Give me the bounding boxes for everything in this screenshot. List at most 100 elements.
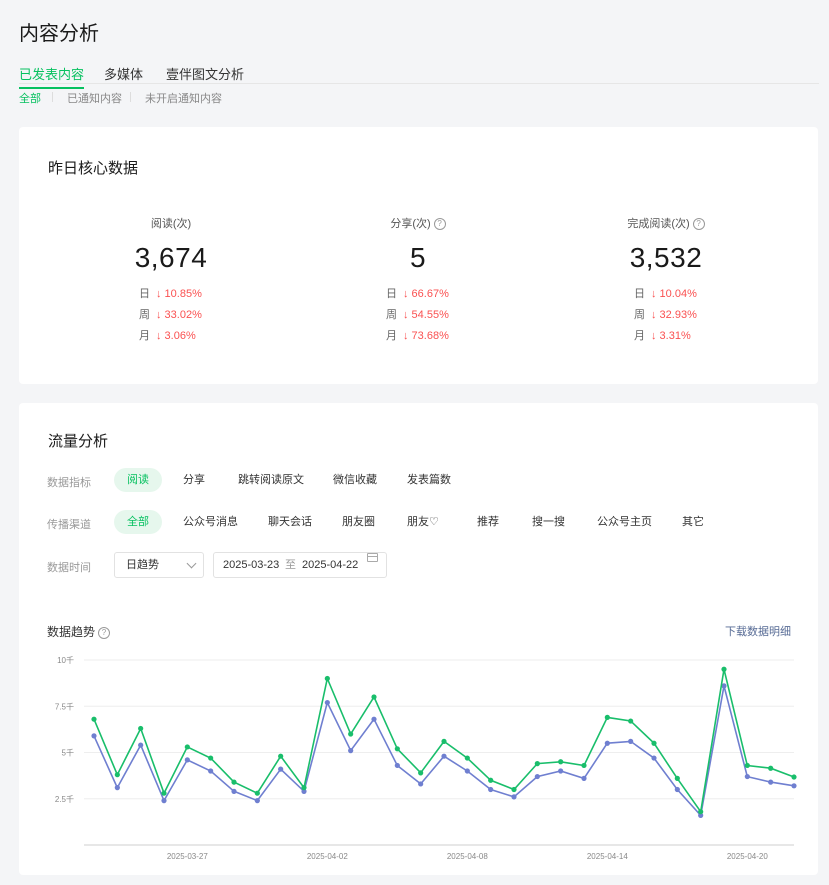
data-point [628,718,634,724]
y-tick-label: 10千 [57,655,74,665]
x-tick-label: 2025-04-02 [307,852,348,861]
data-point [791,774,797,780]
data-point [348,731,354,737]
divider [130,92,131,102]
subtab-notified[interactable]: 已通知内容 [67,90,122,106]
channel-friends-chip[interactable]: 朋友♡ [394,510,452,534]
stat-completed-reads: 完成阅读(次)? 3,532 日 ↓ 10.04% 周 ↓ 32.93% 月 ↓ 3.… [576,216,756,342]
data-point [371,694,377,700]
stat-label: 阅读(次) [150,218,192,230]
data-point [184,757,190,763]
data-point [208,755,214,761]
download-details-link[interactable]: 下载数据明细 [725,623,791,639]
channel-other-chip[interactable]: 其它 [669,510,717,534]
traffic-title: 流量分析 [48,433,109,450]
data-point [534,761,540,767]
data-point [791,783,797,789]
data-point [114,772,120,778]
metric-read-original-chip[interactable]: 跳转阅读原文 [225,468,317,492]
y-tick-label: 7.5千 [55,701,74,711]
day-change: ↓ 10.04% [651,288,697,300]
content-tabs: 已发表内容 多媒体 壹伴图文分析 [19,63,819,89]
granularity-select[interactable]: 日趋势 [114,552,204,578]
data-point [674,786,680,793]
data-point [138,742,144,748]
data-point [91,733,97,739]
trend-line-chart: 10千 7.5千 5千 2.5千 2025-03-27 2025-04-02 2025-04… [55,655,797,861]
week-change: ↓ 33.02% [156,309,202,321]
week-change: ↓ 54.55% [403,309,449,321]
channel-search-chip[interactable]: 搜一搜 [519,510,578,534]
data-point [581,775,587,781]
help-icon[interactable]: ? [433,218,446,231]
divider [52,92,53,102]
traffic-analysis-card: 流量分析 数据指标 阅读 分享 跳转阅读原文 微信收藏 发表篇数 传播渠道 全部… [19,403,818,875]
subtab-all[interactable]: 全部 [19,90,41,106]
channel-homepage-chip[interactable]: 公众号主页 [584,510,665,534]
y-tick-label: 5千 [62,748,74,758]
month-change: ↓ 3.31% [651,330,691,342]
stat-value: 3,674 [134,242,208,273]
date-from[interactable]: 2025-03-23 [223,553,279,577]
day-change: ↓ 10.85% [156,288,202,300]
data-point [231,788,237,794]
core-data-title: 昨日核心数据 [48,160,139,177]
tab-multimedia[interactable]: 多媒体 [104,64,143,87]
metric-shares-chip[interactable]: 分享 [170,468,218,492]
stat-value: 5 [409,242,427,273]
channel-recommend-chip[interactable]: 推荐 [464,510,512,534]
metric-reads-chip[interactable]: 阅读 [114,468,162,492]
data-point [768,765,774,771]
data-point [558,759,564,765]
week-change: ↓ 32.93% [651,309,697,321]
data-point [464,755,470,761]
data-point [184,744,190,750]
channel-all-chip[interactable]: 全部 [114,510,162,534]
tab-yiban-analysis[interactable]: 壹伴图文分析 [166,64,244,87]
metric-favorites-chip[interactable]: 微信收藏 [320,468,390,492]
data-point [324,675,330,682]
date-range-picker[interactable]: 2025-03-23 至 2025-04-22 [213,552,387,578]
chevron-down-icon [186,558,197,569]
data-point [534,773,540,780]
stat-compare: 日 ↓ 10.04% 周 ↓ 32.93% 月 ↓ 3.31% [634,288,697,342]
data-point [231,779,237,785]
data-point [604,714,610,720]
channel-chats-chip[interactable]: 聊天会话 [255,510,325,534]
data-point [208,768,214,774]
data-point [394,746,400,752]
month-change: ↓ 3.06% [156,330,196,342]
stat-compare: 日 ↓ 66.67% 周 ↓ 54.55% 月 ↓ 73.68% [386,288,449,342]
subtab-not-notified[interactable]: 未开启通知内容 [145,90,222,106]
data-point [558,768,564,774]
data-point [254,790,260,796]
help-icon[interactable]: ? [98,626,111,639]
stat-value: 3,532 [629,242,703,273]
channel-moments-chip[interactable]: 朋友圈 [329,510,388,534]
date-to[interactable]: 2025-04-22 [302,553,358,577]
data-point [441,753,447,759]
tab-published[interactable]: 已发表内容 [19,64,85,89]
core-data-card: 昨日核心数据 阅读(次) 3,674 日 ↓ 10.85% 周 ↓ 33.02% 月… [19,127,818,384]
month-change: ↓ 73.68% [403,330,449,342]
data-point [418,781,424,787]
stat-compare: 日 ↓ 10.85% 周 ↓ 33.02% 月 ↓ 3.06% [139,288,202,342]
date-separator: 至 [285,559,296,571]
metric-posts-chip[interactable]: 发表篇数 [394,468,464,492]
data-point [418,770,424,776]
channel-messages-chip[interactable]: 公众号消息 [170,510,251,534]
data-point [464,768,470,774]
x-tick-label: 2025-04-08 [447,852,488,861]
page-title: 内容分析 [19,23,99,45]
day-change: ↓ 66.67% [403,288,449,300]
data-point [394,762,400,769]
help-icon[interactable]: ? [692,218,705,231]
data-point [441,738,447,744]
data-point [254,798,260,804]
calendar-icon[interactable] [367,553,378,562]
metric-label: 数据指标 [47,477,91,489]
data-point [768,779,774,785]
trend-title: 数据趋势? [47,623,111,640]
data-point [721,666,727,672]
x-tick-label: 2025-03-27 [167,852,208,861]
